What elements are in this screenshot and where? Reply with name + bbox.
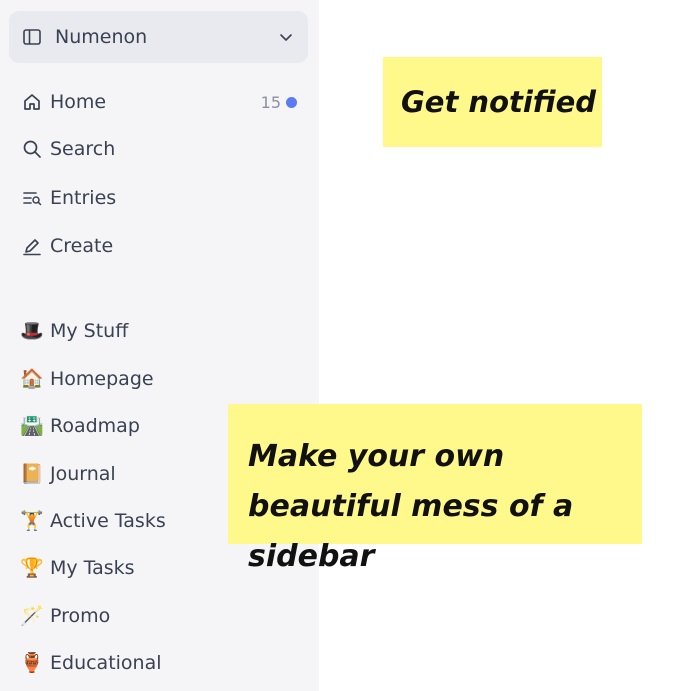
search-icon — [21, 138, 43, 160]
sidebar-item-label: Homepage — [50, 368, 154, 390]
weightlifter-icon: 🏋️ — [20, 510, 44, 532]
sidebar-item-label: Promo — [50, 605, 111, 627]
notebook-icon: 📔 — [20, 463, 44, 485]
sidebar: Numenon Home 15 Search Entries Create 🎩 … — [0, 0, 319, 691]
nav-item-label: Home — [50, 91, 107, 113]
magic-wand-icon: 🪄 — [20, 605, 44, 627]
nav-item-entries[interactable]: Entries — [21, 183, 297, 213]
nav-item-label: Entries — [50, 187, 117, 209]
home-icon — [21, 91, 43, 113]
nav-item-label: Create — [50, 235, 114, 257]
sidebar-item-promo[interactable]: 🪄 Promo — [20, 601, 297, 631]
nav-item-create[interactable]: Create — [21, 231, 297, 261]
house-icon: 🏠 — [20, 368, 44, 390]
sidebar-item-label: Educational — [50, 652, 162, 674]
callout-sidebar-mess: Make your own beautiful mess of a sideba… — [228, 404, 642, 574]
workspace-name: Numenon — [55, 26, 148, 48]
sidebar-item-educational[interactable]: 🏺 Educational — [20, 648, 297, 678]
callout-get-notified: Get notified — [383, 57, 602, 147]
edit-icon — [21, 235, 43, 257]
nav-item-search[interactable]: Search — [21, 134, 297, 164]
sidebar-panel-icon — [23, 29, 41, 45]
sidebar-item-label: My Stuff — [50, 320, 129, 342]
sidebar-item-homepage[interactable]: 🏠 Homepage — [20, 364, 297, 394]
entries-icon — [21, 187, 43, 209]
top-hat-icon: 🎩 — [20, 320, 44, 342]
nav-item-home[interactable]: Home 15 — [21, 87, 297, 117]
sidebar-item-my-stuff[interactable]: 🎩 My Stuff — [20, 316, 297, 346]
trophy-icon: 🏆 — [20, 557, 44, 579]
road-icon: 🛣️ — [20, 415, 44, 437]
chevron-down-icon[interactable] — [278, 29, 294, 45]
notification-badge: 15 — [261, 93, 297, 112]
workspace-switcher[interactable]: Numenon — [9, 11, 308, 63]
nav-item-label: Search — [50, 138, 116, 160]
notification-count: 15 — [260, 92, 281, 112]
unread-dot — [286, 96, 297, 108]
amphora-icon: 🏺 — [20, 652, 44, 674]
